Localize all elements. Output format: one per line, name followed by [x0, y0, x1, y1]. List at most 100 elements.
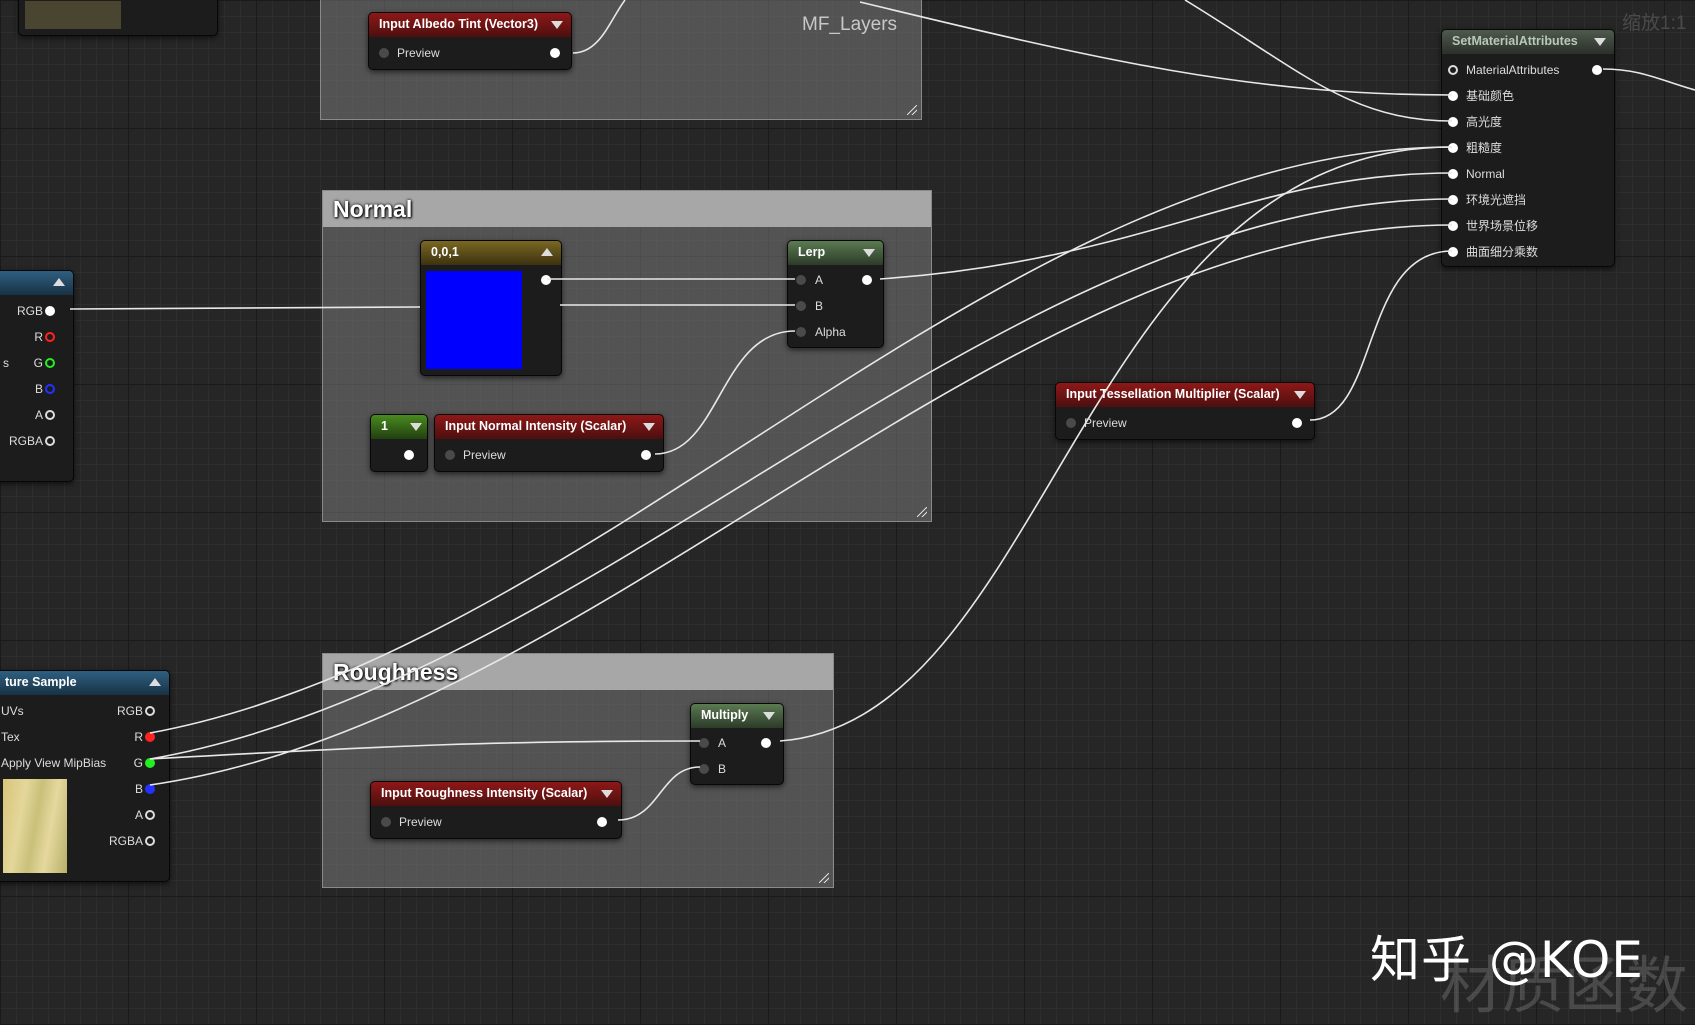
pin-label: Alpha [815, 325, 846, 339]
multiply-a-input-pin[interactable] [699, 738, 709, 748]
pin-label: 世界场景位移 [1466, 219, 1539, 233]
normal-intensity-node[interactable]: Input Normal Intensity (Scalar) Preview [434, 414, 664, 472]
set-material-attributes-header[interactable]: SetMaterialAttributes [1442, 30, 1614, 54]
pin-label: RGBA [108, 834, 143, 848]
rgba-output-pin[interactable] [145, 836, 155, 846]
albedo-output-pin[interactable] [550, 48, 560, 58]
normal-pin[interactable] [1448, 169, 1458, 179]
lerp-b-input-pin[interactable] [796, 301, 806, 311]
node-title: Multiply [701, 708, 749, 722]
expand-arrow-icon[interactable] [149, 678, 161, 686]
lerp-output-pin[interactable] [862, 275, 872, 285]
tessellation-header[interactable]: Input Tessellation Multiplier (Scalar) [1056, 383, 1314, 407]
texture-left-header[interactable] [0, 271, 73, 295]
roughness-intensity-output-pin[interactable] [597, 817, 607, 827]
collapse-arrow-icon[interactable] [410, 423, 422, 431]
watermark-text: 知乎 @KOE [1370, 931, 1644, 989]
roughness-intensity-node[interactable]: Input Roughness Intensity (Scalar) Previ… [370, 781, 622, 839]
pin-label: MaterialAttributes [1466, 63, 1560, 77]
collapse-arrow-icon[interactable] [1294, 391, 1306, 399]
ambient-occlusion-pin[interactable] [1448, 195, 1458, 205]
constant-vector-header[interactable]: 0,0,1 [421, 241, 561, 265]
lerp-alpha-input-pin[interactable] [796, 327, 806, 337]
b-output-pin[interactable] [45, 384, 55, 394]
texture-thumbnail [3, 779, 67, 873]
normal-intensity-header[interactable]: Input Normal Intensity (Scalar) [435, 415, 663, 439]
constant-one-node[interactable]: 1 [370, 414, 428, 472]
r-output-pin[interactable] [145, 732, 155, 742]
base-color-pin[interactable] [1448, 91, 1458, 101]
pin-label: R [34, 330, 43, 344]
constant-vector-node[interactable]: 0,0,1 [420, 240, 562, 376]
pin-label: B [134, 782, 143, 796]
tessellation-node[interactable]: Input Tessellation Multiplier (Scalar) P… [1055, 382, 1315, 440]
a-output-pin[interactable] [45, 410, 55, 420]
top-left-partial-node[interactable] [18, 0, 218, 36]
texture-sample-node[interactable]: ture Sample UVs RGB Tex R Apply View Mip… [0, 670, 170, 882]
g-output-pin[interactable] [45, 358, 55, 368]
preview-input-pin[interactable] [381, 817, 391, 827]
comment-title-normal[interactable]: Normal [323, 191, 931, 227]
specular-pin[interactable] [1448, 117, 1458, 127]
albedo-tint-node[interactable]: Input Albedo Tint (Vector3) Preview [368, 12, 572, 70]
texture-left-node[interactable]: RGB R s G B A RGBA [0, 270, 74, 482]
resize-handle[interactable] [819, 873, 829, 883]
set-material-attributes-node[interactable]: SetMaterialAttributes MaterialAttributes… [1441, 29, 1615, 267]
r-output-pin[interactable] [45, 332, 55, 342]
albedo-tint-header[interactable]: Input Albedo Tint (Vector3) [369, 13, 571, 37]
pin-label: A [718, 736, 727, 750]
roughness-pin[interactable] [1448, 143, 1458, 153]
texture-sample-header[interactable]: ture Sample [0, 671, 169, 695]
expand-arrow-icon[interactable] [541, 248, 553, 256]
a-output-pin[interactable] [145, 810, 155, 820]
preview-label: Preview [399, 815, 442, 829]
lerp-a-input-pin[interactable] [796, 275, 806, 285]
constant-output-pin[interactable] [404, 450, 414, 460]
collapse-arrow-icon[interactable] [551, 21, 563, 29]
collapse-arrow-icon[interactable] [601, 790, 613, 798]
zoom-indicator: 缩放1:1 [1622, 13, 1687, 34]
multiply-b-input-pin[interactable] [699, 764, 709, 774]
rgb-output-pin[interactable] [145, 706, 155, 716]
vector-output-pin[interactable] [541, 275, 551, 285]
preview-input-pin[interactable] [379, 48, 389, 58]
world-position-offset-pin[interactable] [1448, 221, 1458, 231]
comment-title-roughness[interactable]: Roughness [323, 654, 833, 690]
preview-label: Preview [1084, 416, 1127, 430]
multiply-output-pin[interactable] [761, 738, 771, 748]
multiply-node[interactable]: Multiply A B [690, 703, 784, 785]
collapse-arrow-icon[interactable] [643, 423, 655, 431]
pin-label: 环境光遮挡 [1466, 193, 1527, 207]
rgba-output-pin[interactable] [45, 436, 55, 446]
b-output-pin[interactable] [145, 784, 155, 794]
pin-label: UVs [1, 704, 24, 718]
pin-label: R [134, 730, 143, 744]
tessellation-output-pin[interactable] [1292, 418, 1302, 428]
collapse-arrow-icon[interactable] [1594, 38, 1606, 46]
pin-label: B [815, 299, 824, 313]
pin-label: A [134, 808, 143, 822]
multiply-header[interactable]: Multiply [691, 704, 783, 728]
resize-handle[interactable] [917, 507, 927, 517]
collapse-arrow-icon[interactable] [763, 712, 775, 720]
constant-one-header[interactable]: 1 [371, 415, 427, 439]
collapse-arrow-icon[interactable] [863, 249, 875, 257]
material-attributes-output-pin[interactable] [1592, 65, 1602, 75]
normal-intensity-output-pin[interactable] [641, 450, 651, 460]
lerp-node[interactable]: Lerp A B Alpha [787, 240, 884, 348]
node-title: Input Normal Intensity (Scalar) [445, 419, 627, 433]
g-output-pin[interactable] [145, 758, 155, 768]
pin-label: G [133, 756, 143, 770]
pin-label: 曲面细分乘数 [1466, 245, 1539, 259]
rgb-output-pin[interactable] [45, 306, 55, 316]
roughness-intensity-header[interactable]: Input Roughness Intensity (Scalar) [371, 782, 621, 806]
expand-arrow-icon[interactable] [53, 278, 65, 286]
node-title: Lerp [798, 245, 826, 259]
preview-input-pin[interactable] [1066, 418, 1076, 428]
lerp-header[interactable]: Lerp [788, 241, 883, 265]
resize-handle[interactable] [907, 105, 917, 115]
material-attributes-input-pin[interactable] [1448, 65, 1458, 75]
preview-input-pin[interactable] [445, 450, 455, 460]
tessellation-multiplier-pin[interactable] [1448, 247, 1458, 257]
node-title: Input Roughness Intensity (Scalar) [381, 786, 588, 800]
